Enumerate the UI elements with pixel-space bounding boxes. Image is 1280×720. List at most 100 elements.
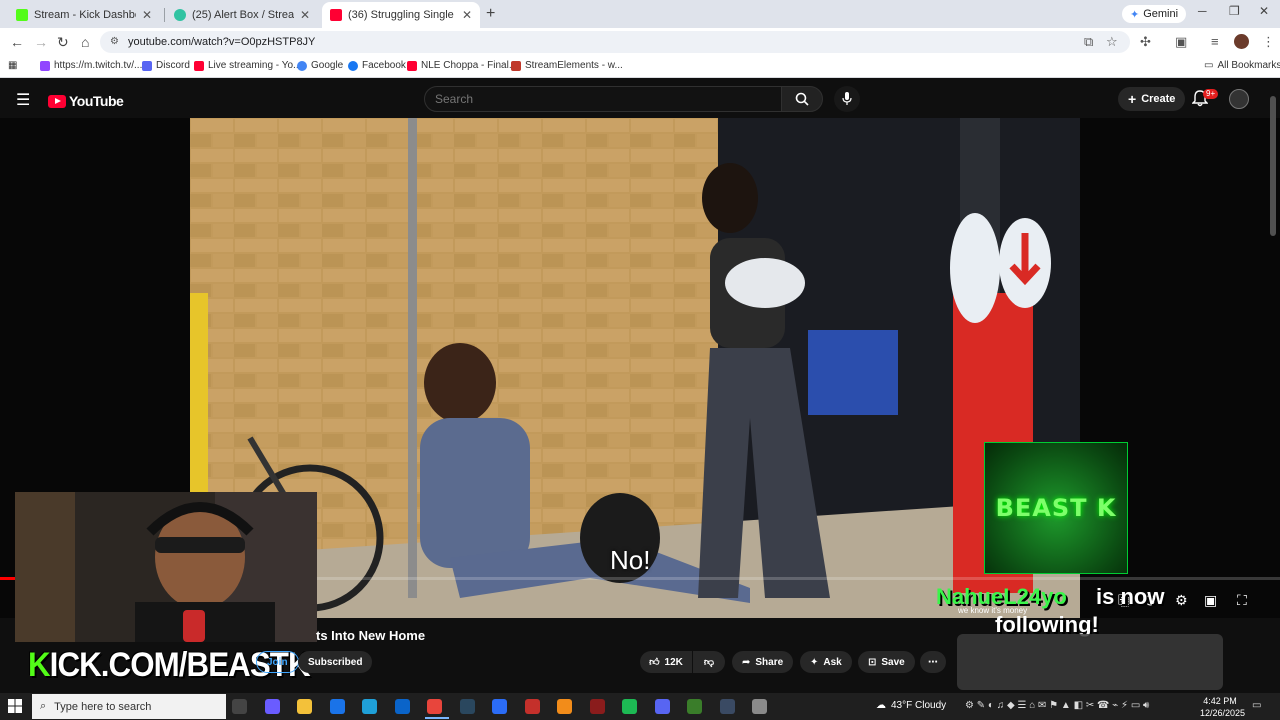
all-bookmarks[interactable]: ▭ All Bookmarks bbox=[1204, 60, 1280, 71]
bookmark-live-streaming[interactable]: Live streaming - Yo... bbox=[194, 60, 301, 71]
tab-kick-dashboard[interactable]: Stream - Kick Dashboard ✕ bbox=[8, 2, 160, 28]
fullscreen-icon[interactable]: ⛶ bbox=[1237, 592, 1247, 609]
bookmark-label: NLE Choppa - Final... bbox=[421, 60, 518, 71]
bookmark-nle-choppa[interactable]: NLE Choppa - Final... bbox=[407, 60, 517, 71]
reload-icon[interactable]: ↻ bbox=[57, 34, 69, 51]
extensions-icon[interactable]: ✣ bbox=[1140, 34, 1151, 50]
taskbar-chrome-icon[interactable] bbox=[427, 699, 442, 714]
search-icon bbox=[795, 92, 809, 106]
bookmark-label: https://m.twitch.tv/... bbox=[54, 60, 143, 71]
miniplayer-icon[interactable]: ▣ bbox=[1204, 592, 1217, 609]
bookmark-discord[interactable]: Discord bbox=[142, 60, 190, 71]
taskbar-app-blue-icon[interactable] bbox=[492, 699, 507, 714]
maximize-icon[interactable]: ❐ bbox=[1229, 4, 1240, 18]
new-tab-button[interactable]: + bbox=[486, 5, 495, 23]
dislike-button[interactable]: 👎︎ bbox=[693, 651, 725, 673]
bookmark-star-icon[interactable]: ☆ bbox=[1106, 34, 1118, 50]
taskbar-spotify-icon[interactable] bbox=[622, 699, 637, 714]
taskbar-search-box[interactable]: ⌕ Type here to search bbox=[32, 694, 226, 719]
sign-disc bbox=[950, 213, 1000, 323]
bookmark-label: Google bbox=[311, 60, 344, 71]
microphone bbox=[183, 610, 205, 642]
voice-search-button[interactable] bbox=[834, 86, 860, 112]
profile-avatar[interactable] bbox=[1234, 34, 1249, 49]
taskbar-app-green-icon[interactable] bbox=[687, 699, 702, 714]
install-app-icon[interactable]: ⧉ bbox=[1084, 34, 1093, 50]
hamburger-menu-icon[interactable]: ☰ bbox=[16, 90, 30, 110]
close-icon[interactable]: ✕ bbox=[142, 8, 152, 22]
bookmark-streamelements[interactable]: StreamElements - w... bbox=[511, 60, 623, 71]
google-icon bbox=[297, 60, 307, 71]
like-button[interactable]: 👍︎ 12K bbox=[640, 651, 692, 673]
forward-arrow-icon[interactable]: → bbox=[34, 34, 48, 50]
plus-icon: + bbox=[1128, 91, 1137, 107]
tab-alert-box[interactable]: (25) Alert Box / Streamlabs ✕ bbox=[166, 2, 318, 28]
close-icon[interactable]: ✕ bbox=[300, 8, 310, 22]
home-icon[interactable]: ⌂ bbox=[81, 34, 89, 50]
bookmark-facebook[interactable]: Facebook bbox=[348, 60, 406, 71]
side-panel-icon[interactable]: ▣ bbox=[1175, 34, 1187, 50]
bookmarks-bar bbox=[0, 56, 1280, 78]
taskbar-steam-icon[interactable] bbox=[460, 699, 475, 714]
join-button[interactable]: Join bbox=[256, 651, 299, 673]
tray-icons[interactable]: ⚙ ✎ ◐ ♫ ◆ ☰ ⌂ ✉ ⚑ ▲ ◧ ✂ ☎ ⌁ ⚡ ▭ 🔊︎ bbox=[965, 700, 1149, 711]
man-shirt bbox=[420, 418, 530, 568]
taskbar-outlook-icon[interactable] bbox=[395, 699, 410, 714]
weather-widget[interactable]: ☁ 43°F Cloudy bbox=[876, 700, 946, 711]
taskbar-edge-icon[interactable] bbox=[362, 699, 377, 714]
taskbar-copilot-icon[interactable] bbox=[265, 699, 280, 714]
active-app-indicator bbox=[425, 717, 449, 719]
bookmark-google[interactable]: Google bbox=[297, 60, 343, 71]
bookmark-label: Facebook bbox=[362, 60, 406, 71]
taskbar-file-explorer-icon[interactable] bbox=[297, 699, 312, 714]
system-clock[interactable]: 4:42 PM 12/26/2025 bbox=[1200, 695, 1245, 719]
sparkle-icon: ✦ bbox=[810, 656, 819, 668]
reading-list-icon[interactable]: ≡ bbox=[1211, 34, 1219, 49]
tab-youtube-video[interactable]: (36) Struggling Single Mom Tu ✕ bbox=[322, 2, 480, 28]
windows-start-icon[interactable] bbox=[8, 699, 22, 713]
page-scroll-thumb[interactable] bbox=[1270, 96, 1276, 236]
live-chat-panel bbox=[957, 634, 1223, 690]
tab-label: (25) Alert Box / Streamlabs bbox=[192, 9, 294, 21]
settings-gear-icon[interactable]: ⚙ bbox=[1175, 592, 1188, 609]
taskbar-store-icon[interactable] bbox=[330, 699, 345, 714]
notification-center-icon[interactable]: ▭ bbox=[1252, 700, 1261, 711]
video-progress-fill bbox=[0, 577, 16, 580]
minimize-icon[interactable]: ─ bbox=[1198, 4, 1207, 18]
search-input[interactable] bbox=[424, 86, 782, 112]
metal-pole bbox=[408, 118, 417, 598]
taskbar-app-dark-red-icon[interactable] bbox=[590, 699, 605, 714]
account-avatar[interactable] bbox=[1229, 89, 1249, 109]
taskbar-app-rl-icon[interactable] bbox=[720, 699, 735, 714]
weather-text: 43°F Cloudy bbox=[891, 700, 947, 711]
youtube-play-icon bbox=[48, 94, 66, 108]
cloud-icon: ☁ bbox=[876, 700, 886, 711]
ask-button[interactable]: ✦ Ask bbox=[800, 651, 852, 673]
menu-kebab-icon[interactable]: ⋮ bbox=[1262, 34, 1275, 50]
more-actions-button[interactable]: ⋯ bbox=[920, 651, 946, 673]
back-arrow-icon[interactable]: ← bbox=[10, 34, 24, 50]
taskbar-task-view-icon[interactable] bbox=[232, 699, 247, 714]
taskbar-app-discord-icon[interactable] bbox=[655, 699, 670, 714]
share-button[interactable]: ➦ Share bbox=[732, 651, 794, 673]
taskbar-app-red-circle-icon[interactable] bbox=[525, 699, 540, 714]
save-button[interactable]: ⊡ Save bbox=[858, 651, 915, 673]
youtube-wordmark: YouTube bbox=[69, 93, 124, 109]
taskbar-vlc-icon[interactable] bbox=[557, 699, 572, 714]
bookmark-twitch[interactable]: https://m.twitch.tv/... bbox=[40, 60, 142, 71]
bookmark-label: StreamElements - w... bbox=[525, 60, 623, 71]
close-icon[interactable]: ✕ bbox=[462, 8, 472, 22]
create-button[interactable]: + Create bbox=[1118, 87, 1186, 111]
youtube-logo[interactable]: YouTube bbox=[48, 93, 124, 109]
video-frame[interactable] bbox=[190, 118, 1080, 618]
subscribed-button[interactable]: Subscribed bbox=[298, 651, 373, 673]
video-caption: No! bbox=[610, 545, 651, 575]
window-close-icon[interactable]: ✕ bbox=[1259, 4, 1269, 18]
search-button[interactable] bbox=[781, 86, 823, 112]
ask-label: Ask bbox=[823, 656, 842, 668]
gemini-button[interactable]: ✦ Gemini bbox=[1122, 5, 1187, 23]
share-label: Share bbox=[755, 656, 784, 668]
site-info-icon[interactable]: ⚙ bbox=[110, 36, 119, 47]
taskbar-app-gray-icon[interactable] bbox=[752, 699, 767, 714]
apps-grid-icon[interactable]: ▦ bbox=[8, 60, 17, 71]
